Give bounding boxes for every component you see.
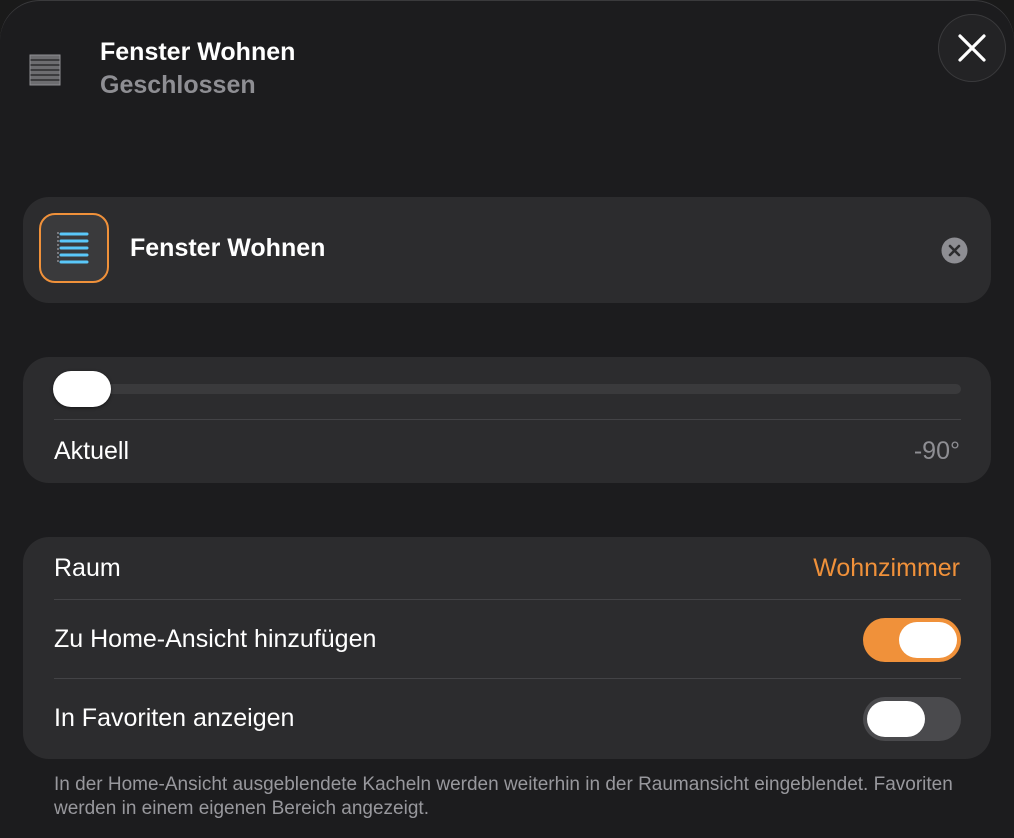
accessory-detail-sheet: Fenster Wohnen Geschlossen Fenster Wohne… [0,0,1014,838]
clear-icon [941,237,968,264]
accessory-name-card [23,197,991,303]
home-view-label: Zu Home-Ansicht hinzufügen [54,625,377,653]
window-blinds-icon [57,232,89,264]
favorites-label: In Favoriten anzeigen [54,704,295,732]
favorites-toggle[interactable] [863,697,961,741]
close-button[interactable] [938,14,1006,82]
home-view-toggle[interactable] [863,618,961,662]
status-text: Geschlossen [100,71,256,99]
close-icon [958,34,986,62]
tilt-slider-card: Aktuell -90° [23,357,991,483]
footnote-text: In der Home-Ansicht ausgeblendete Kachel… [54,774,953,819]
current-label: Aktuell [54,437,130,465]
accessory-tile-icon-button[interactable] [39,213,109,283]
toggle-thumb [867,701,925,737]
settings-card: Raum Wohnzimmer Zu Home-Ansicht hinzufüg… [23,537,991,759]
tilt-slider-track[interactable] [54,384,961,394]
divider [54,419,961,420]
clear-name-button[interactable] [941,237,968,264]
toggle-thumb [899,622,957,658]
accessory-name-input[interactable] [130,234,830,263]
current-value: -90° [913,437,960,465]
divider [54,678,961,679]
divider [54,599,961,600]
window-blinds-icon [27,52,63,88]
tilt-slider-knob[interactable] [53,371,111,407]
room-label: Raum [54,554,121,582]
page-title: Fenster Wohnen [100,38,296,66]
room-value-link[interactable]: Wohnzimmer [813,554,960,583]
